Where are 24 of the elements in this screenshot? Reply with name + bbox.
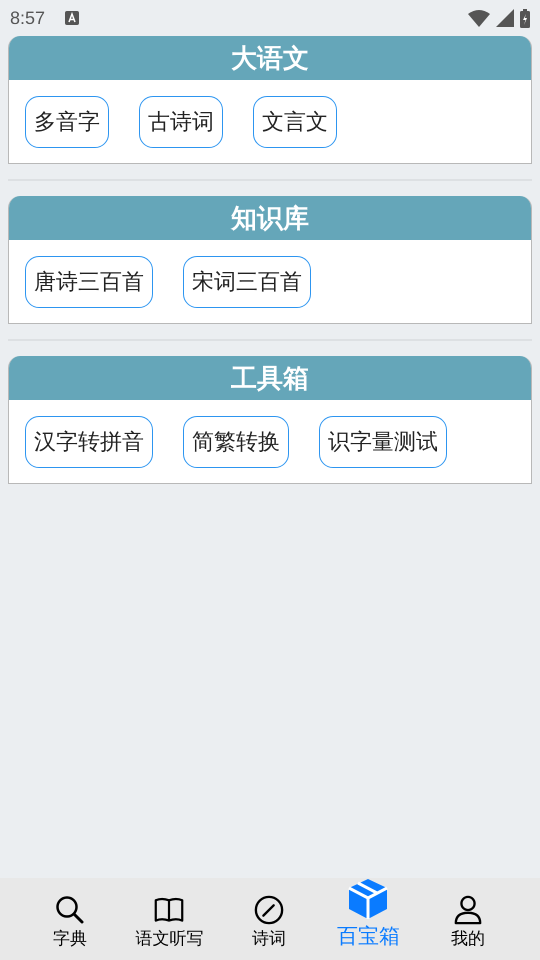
battery-icon	[520, 8, 530, 28]
search-icon	[54, 895, 85, 925]
tab-item[interactable]: 字典	[20, 878, 120, 960]
tab-item[interactable]: 诗词	[219, 878, 318, 960]
section-title: 知识库	[231, 202, 309, 236]
signal-icon	[496, 9, 514, 27]
feature-button[interactable]: 多音字	[25, 96, 109, 148]
status-time: 8:57	[10, 8, 46, 28]
notification-icon	[65, 11, 80, 25]
feature-button[interactable]: 文言文	[253, 96, 337, 148]
tab-item[interactable]: 语文听写	[120, 878, 219, 960]
feature-button[interactable]: 简繁转换	[183, 416, 289, 468]
feature-button[interactable]: 宋词三百首	[183, 256, 311, 308]
person-icon	[452, 895, 483, 925]
section-title: 大语文	[231, 42, 309, 76]
feature-button[interactable]: 唐诗三百首	[25, 256, 153, 308]
wifi-icon	[468, 10, 490, 26]
feature-button[interactable]: 识字量测试	[319, 416, 447, 468]
section-title: 工具箱	[231, 362, 309, 396]
tab-item[interactable]: 我的	[418, 878, 518, 960]
pencil-circle-icon	[254, 895, 284, 925]
feature-button[interactable]: 汉字转拼音	[25, 416, 153, 468]
feature-button[interactable]: 古诗词	[139, 96, 223, 148]
box-icon	[348, 878, 388, 920]
